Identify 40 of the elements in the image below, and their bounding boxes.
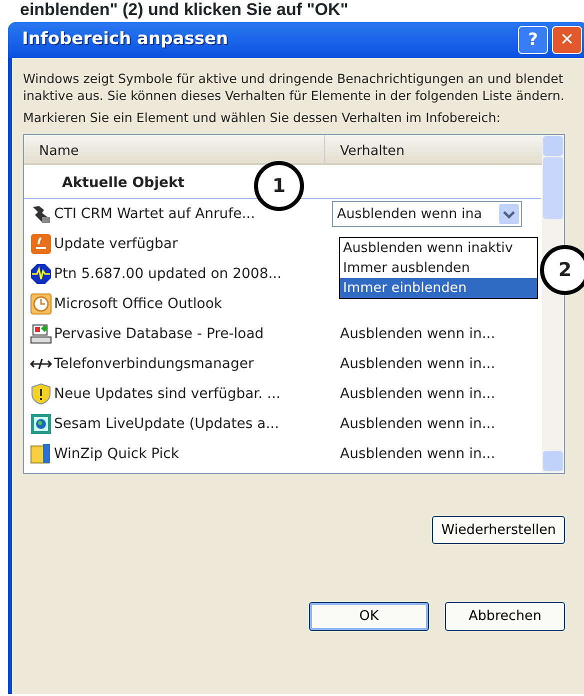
window-title: Infobereich anpassen xyxy=(22,28,228,52)
caret-icon[interactable] xyxy=(499,204,519,224)
item-name[interactable]: Ptn 5.687.00 updated on 2008... xyxy=(54,264,282,284)
item-behavior: Ausblenden wenn in... xyxy=(339,414,496,434)
item-behavior: Ausblenden wenn in... xyxy=(339,384,496,404)
dropdown-option[interactable]: Immer einblenden xyxy=(340,278,537,298)
item-behavior: Ausblenden wenn in... xyxy=(339,324,496,344)
callout-marker: 2 xyxy=(540,245,584,295)
item-name[interactable]: Neue Updates sind verfügbar. ... xyxy=(54,384,280,404)
item-name[interactable]: WinZip Quick Pick xyxy=(54,444,179,464)
update-icon xyxy=(30,233,52,255)
help-button[interactable]: ? xyxy=(518,26,548,54)
dropdown-option[interactable]: Immer ausblenden xyxy=(340,258,537,278)
scroll-down-button[interactable] xyxy=(543,451,563,471)
dropdown-option[interactable]: Ausblenden wenn inaktiv xyxy=(340,238,537,258)
cancel-button[interactable]: Abbrechen xyxy=(445,602,565,630)
instruction-text: Markieren Sie ein Element und wählen Sie dessen Verhalten im Infobereich: xyxy=(23,109,502,126)
caption-text: einblenden" (2) und klicken Sie auf "OK" xyxy=(19,0,350,21)
column-header[interactable]: Name xyxy=(24,135,324,163)
intro-text: Windows zeigt Symbole für aktive und dringende Benachrichtigungen an und blendet inaktive aus. Sie können dieses Verhalten für Elemente in der folgenden Liste ändern. xyxy=(23,70,566,104)
computer-icon xyxy=(30,323,52,345)
ok-button[interactable]: OK xyxy=(309,602,429,630)
item-name[interactable]: Microsoft Office Outlook xyxy=(54,294,222,314)
behavior-dropdown[interactable]: Ausblenden wenn ina xyxy=(332,201,522,227)
item-name[interactable]: Telefonverbindungsmanager xyxy=(54,354,254,374)
group-heading: Aktuelle Objekt xyxy=(62,174,184,193)
wave-icon xyxy=(30,263,52,285)
clock-icon xyxy=(30,293,52,315)
scroll-thumb[interactable] xyxy=(543,157,563,219)
item-behavior: Ausblenden wenn in... xyxy=(339,354,496,374)
item-behavior: Ausblenden wenn in... xyxy=(339,444,496,464)
item-name[interactable]: Update verfügbar xyxy=(54,234,178,254)
restore-button[interactable]: Wiederherstellen xyxy=(432,516,565,544)
item-name[interactable]: Sesam LiveUpdate (Updates a... xyxy=(54,414,280,434)
shield-icon xyxy=(30,383,52,405)
scroll-up-button[interactable] xyxy=(543,136,563,156)
callout-marker: 1 xyxy=(254,161,304,211)
item-name[interactable]: CTI CRM Wartet auf Anrufe... xyxy=(54,204,256,224)
close-button[interactable]: ✕ xyxy=(552,26,582,54)
item-name[interactable]: Pervasive Database - Pre-load xyxy=(54,324,264,344)
